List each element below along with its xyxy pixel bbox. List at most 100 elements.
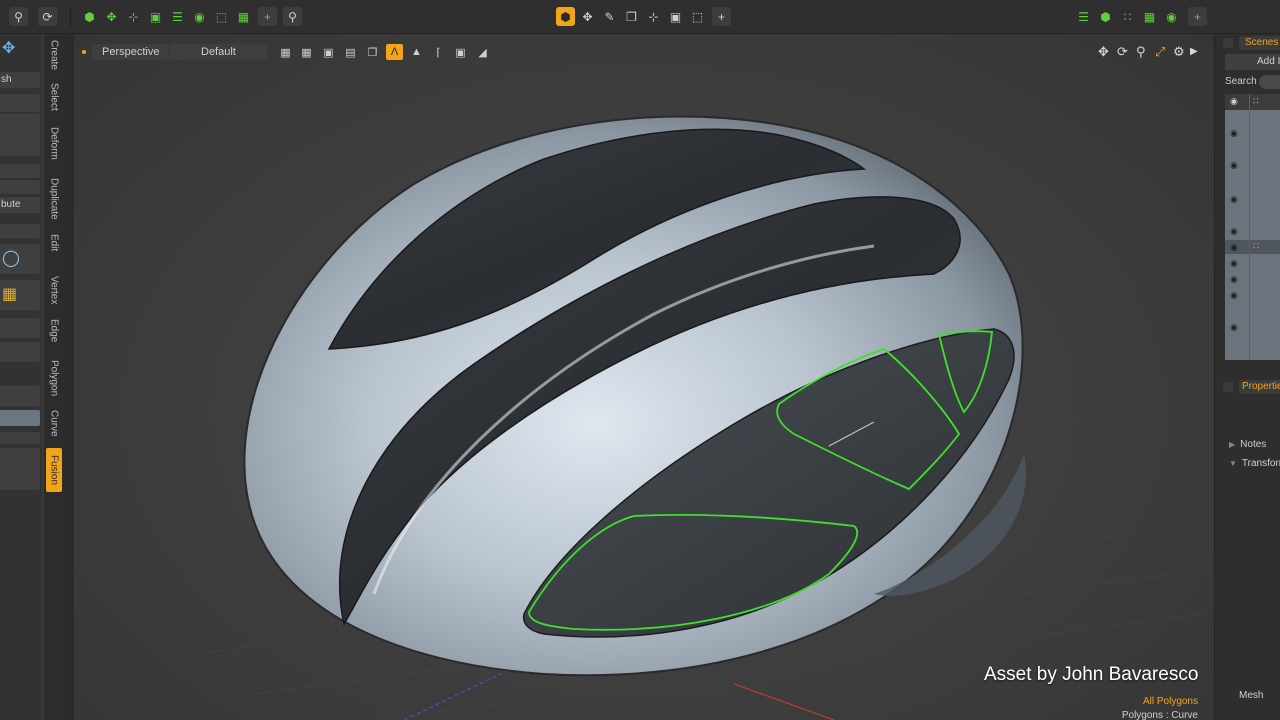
panel-gutter[interactable] xyxy=(64,34,74,720)
copy-icon[interactable]: ❐ xyxy=(622,7,641,26)
curve-icon[interactable]: ⊹ xyxy=(644,7,663,26)
tab-create[interactable]: Create xyxy=(46,36,62,74)
grid-icon[interactable]: ▦ xyxy=(298,44,315,60)
tool-item[interactable] xyxy=(0,342,40,362)
vertical-tab-bar: Create Select Deform Duplicate Edit Vert… xyxy=(44,34,64,720)
pen-icon[interactable]: ✎ xyxy=(600,7,619,26)
scene-item-list[interactable]: ◉ ∷ ◉ ◉ ◉ ◉ ◉ ∷ ◉ ◉ ◉ ◉ xyxy=(1225,94,1280,360)
panel-menu-icon[interactable] xyxy=(1223,38,1233,48)
tab-properties[interactable]: Propertie xyxy=(1239,380,1280,394)
tab-duplicate[interactable]: Duplicate xyxy=(46,170,62,228)
tool-item[interactable]: bute xyxy=(0,197,40,213)
list-icon[interactable]: ☰ xyxy=(1074,7,1093,26)
tool-item[interactable] xyxy=(0,180,40,194)
tool-item[interactable] xyxy=(0,94,40,112)
transform-gizmo-icon[interactable]: ✥ xyxy=(2,38,15,58)
component-mode-label: Polygons : Curve xyxy=(1121,710,1198,720)
move-icon[interactable]: ✥ xyxy=(102,7,121,26)
grid-add-icon[interactable]: ▦ xyxy=(2,284,17,304)
eye-icon[interactable]: ◉ xyxy=(1230,226,1238,237)
rotate-icon[interactable]: ⟳ xyxy=(1117,44,1128,60)
viewport-menu-dot[interactable] xyxy=(82,50,86,54)
camera-icon[interactable]: ▣ xyxy=(666,7,685,26)
refresh-icon[interactable]: ⟳ xyxy=(38,7,57,26)
snap-icon[interactable]: Λ xyxy=(386,44,403,60)
panel-menu-icon[interactable] xyxy=(1223,382,1233,392)
tool-item[interactable] xyxy=(0,448,40,490)
tab-curve[interactable]: Curve xyxy=(46,406,62,440)
vertex-tool-icon[interactable]: ⊹ xyxy=(124,7,143,26)
mesh-icon: ∷ xyxy=(1253,241,1260,252)
scatter-icon[interactable]: ∷ xyxy=(1118,7,1137,26)
hatch-icon[interactable]: ▤ xyxy=(342,44,359,60)
zoom-icon[interactable]: ⚲ xyxy=(1136,44,1146,60)
tab-edit[interactable]: Edit xyxy=(46,232,62,254)
chevron-right-icon: ▶ xyxy=(1229,440,1236,449)
frame-icon[interactable]: ▦ xyxy=(234,7,253,26)
tool-item[interactable] xyxy=(0,432,40,444)
view-selector[interactable]: Perspective xyxy=(92,44,168,60)
eye-icon[interactable]: ◉ xyxy=(1230,242,1238,253)
wireframe-cube-icon[interactable]: ⬢ xyxy=(556,7,575,26)
fit-icon[interactable]: ⬚ xyxy=(688,7,707,26)
grid-icon[interactable]: ✥ xyxy=(578,7,597,26)
section-notes[interactable]: ▶ Notes xyxy=(1229,439,1266,450)
frame-icon[interactable]: ▣ xyxy=(452,44,469,60)
eye-icon[interactable]: ◉ xyxy=(1230,258,1238,269)
list-item-selected[interactable]: ◉ ∷ xyxy=(1225,240,1280,254)
tab-fusion[interactable]: Fusion xyxy=(46,448,62,492)
lock-icon[interactable]: ∷ xyxy=(1253,96,1259,107)
zoom-icon[interactable]: ⚲ xyxy=(283,7,302,26)
eye-icon[interactable]: ◉ xyxy=(1230,322,1238,333)
search-input[interactable] xyxy=(1259,75,1280,89)
pin-icon[interactable]: ⌈ xyxy=(430,44,447,60)
eye-icon[interactable]: ◉ xyxy=(1230,160,1238,171)
image-icon[interactable]: ▦ xyxy=(1140,7,1159,26)
tab-scenes[interactable]: Scenes xyxy=(1239,36,1280,50)
section-transform[interactable]: ▼Transform xyxy=(1229,458,1280,469)
layers-icon[interactable]: ☰ xyxy=(168,7,187,26)
maximize-icon[interactable]: ⤢ xyxy=(1155,44,1165,60)
style-selector[interactable]: Default xyxy=(169,44,267,60)
box-select-icon[interactable]: ▣ xyxy=(146,7,165,26)
eye-icon[interactable]: ◉ xyxy=(1230,290,1238,301)
tab-vertex[interactable]: Vertex xyxy=(46,270,62,310)
tab-select[interactable]: Select xyxy=(46,78,62,116)
cursor-icon[interactable]: ◢ xyxy=(474,44,491,60)
add-icon[interactable]: + xyxy=(1188,7,1207,26)
chevron-right-icon[interactable]: ▶ xyxy=(1190,46,1198,57)
tool-item[interactable]: sh xyxy=(0,72,40,88)
scene-panel: Scenes Add I Search ◉ ∷ ◉ ◉ ◉ ◉ ◉ ∷ ◉ ◉ … xyxy=(1214,34,1280,720)
tool-item[interactable] xyxy=(0,164,40,178)
eye-icon[interactable]: ◉ xyxy=(1230,274,1238,285)
helmet-model[interactable] xyxy=(74,34,1214,720)
bounds-icon[interactable]: ⬚ xyxy=(212,7,231,26)
cube-icon[interactable]: ⬢ xyxy=(80,7,99,26)
cylinder-add-icon[interactable]: ◯ xyxy=(2,248,20,268)
wire-icon[interactable]: ▣ xyxy=(320,44,337,60)
layers-icon[interactable]: ⬢ xyxy=(1096,7,1115,26)
tool-item[interactable] xyxy=(0,114,40,156)
pan-icon[interactable]: ✥ xyxy=(1098,44,1109,60)
visibility-icon[interactable]: ◉ xyxy=(1230,96,1238,107)
add-icon[interactable]: + xyxy=(258,7,277,26)
tab-edge[interactable]: Edge xyxy=(46,316,62,346)
eye-icon[interactable]: ◉ xyxy=(1230,194,1238,205)
eye-icon[interactable]: ◉ xyxy=(1230,128,1238,139)
tool-item[interactable] xyxy=(0,318,40,338)
checker-icon[interactable]: ▦ xyxy=(277,44,294,60)
3d-viewport[interactable]: Perspective Default ▦ ▦ ▣ ▤ ❐ Λ ▲ ⌈ ▣ ◢ … xyxy=(74,34,1214,720)
copy-icon[interactable]: ❐ xyxy=(364,44,381,60)
dropdown[interactable] xyxy=(0,386,40,406)
mirror-icon[interactable]: ▲ xyxy=(408,44,425,60)
camera-icon[interactable]: ◉ xyxy=(1162,7,1181,26)
center-icon[interactable]: ◉ xyxy=(190,7,209,26)
tool-item[interactable] xyxy=(0,224,40,238)
zoom-icon[interactable]: ⚲ xyxy=(9,7,28,26)
tab-polygon[interactable]: Polygon xyxy=(46,356,62,400)
gear-icon[interactable]: ⚙ xyxy=(1173,44,1185,60)
slider[interactable] xyxy=(0,410,40,426)
add-icon[interactable]: + xyxy=(712,7,731,26)
add-item-button[interactable]: Add I xyxy=(1225,54,1280,70)
tab-deform[interactable]: Deform xyxy=(46,120,62,166)
